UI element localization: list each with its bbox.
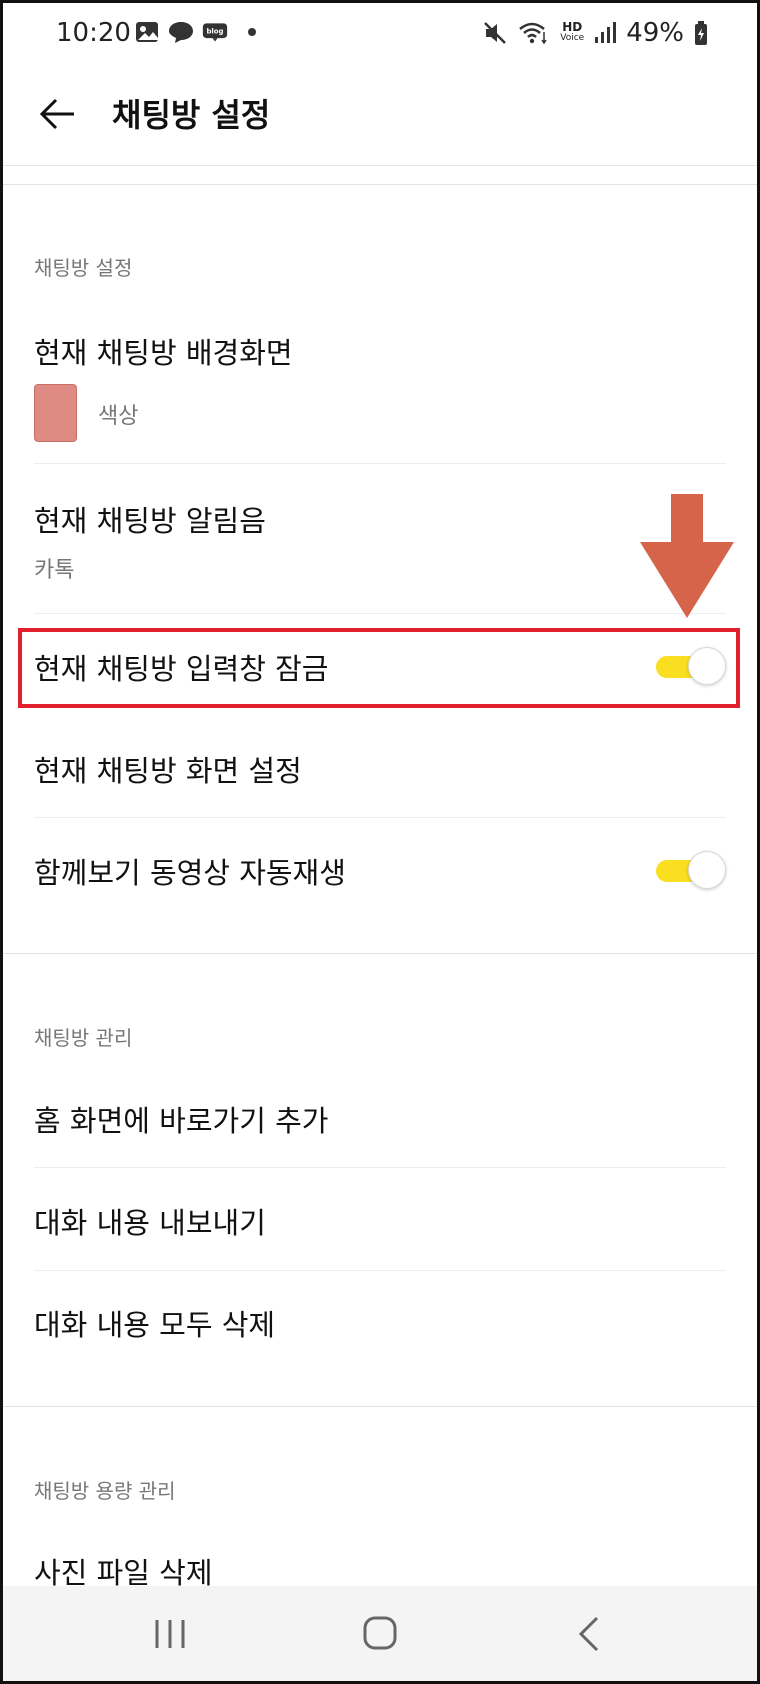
notification-sound-title[interactable]: 현재 채팅방 알림음 xyxy=(34,498,266,540)
recent-apps-icon[interactable] xyxy=(145,1612,195,1656)
section-label-storage-management: 채팅방 용량 관리 xyxy=(34,1479,176,1503)
chat-bubble-icon xyxy=(169,22,193,43)
down-arrow-annotation-icon xyxy=(640,494,734,618)
voice-label: Voice xyxy=(560,33,585,43)
status-notification-icons: blog xyxy=(134,20,256,44)
autoplay-title[interactable]: 함께보기 동영상 자동재생 xyxy=(34,850,346,892)
section-label-chatroom-management: 채팅방 관리 xyxy=(34,1026,133,1050)
header-separator xyxy=(0,184,760,185)
battery-icon xyxy=(695,21,707,45)
status-system-icons: HD Voice 49% xyxy=(482,18,708,48)
screen-settings-title[interactable]: 현재 채팅방 화면 설정 xyxy=(34,748,302,790)
divider xyxy=(34,613,726,614)
export-chat-title[interactable]: 대화 내용 내보내기 xyxy=(34,1200,266,1242)
gallery-icon xyxy=(136,22,158,42)
back-icon[interactable] xyxy=(565,1612,615,1656)
system-navigation-bar xyxy=(0,1586,760,1684)
home-icon[interactable] xyxy=(355,1612,405,1656)
back-arrow-icon[interactable] xyxy=(36,92,80,136)
page-title: 채팅방 설정 xyxy=(112,96,271,134)
wifi-icon xyxy=(519,22,547,45)
divider xyxy=(34,817,726,818)
delete-all-chat-title[interactable]: 대화 내용 모두 삭제 xyxy=(34,1302,275,1344)
hd-label: HD xyxy=(562,20,583,34)
more-notifications-dot xyxy=(248,28,256,36)
divider xyxy=(34,463,726,464)
divider xyxy=(34,1167,726,1168)
notification-sound-value: 카톡 xyxy=(34,558,75,583)
section-label-chatroom-settings: 채팅방 설정 xyxy=(34,256,133,280)
app-header: 채팅방 설정 xyxy=(0,70,760,166)
highlight-box xyxy=(18,628,740,708)
mute-icon xyxy=(484,22,507,44)
section-divider xyxy=(0,1406,760,1407)
status-bar: 10:20 blog HD Voice 49% xyxy=(0,0,760,70)
battery-percent: 49% xyxy=(626,18,684,48)
background-color-swatch[interactable] xyxy=(34,384,77,442)
status-time: 10:20 xyxy=(56,18,131,48)
add-shortcut-title[interactable]: 홈 화면에 바로가기 추가 xyxy=(34,1098,328,1140)
section-divider xyxy=(0,953,760,954)
autoplay-toggle[interactable] xyxy=(654,850,726,890)
background-setting-title[interactable]: 현재 채팅방 배경화면 xyxy=(34,330,293,372)
toggle-knob xyxy=(688,851,726,889)
svg-text:blog: blog xyxy=(206,28,223,36)
divider xyxy=(34,1270,726,1271)
signal-icon xyxy=(595,22,617,43)
background-setting-value: 색상 xyxy=(98,404,139,429)
hd-voice-icon: HD Voice xyxy=(560,20,585,44)
blog-icon: blog xyxy=(202,23,228,42)
